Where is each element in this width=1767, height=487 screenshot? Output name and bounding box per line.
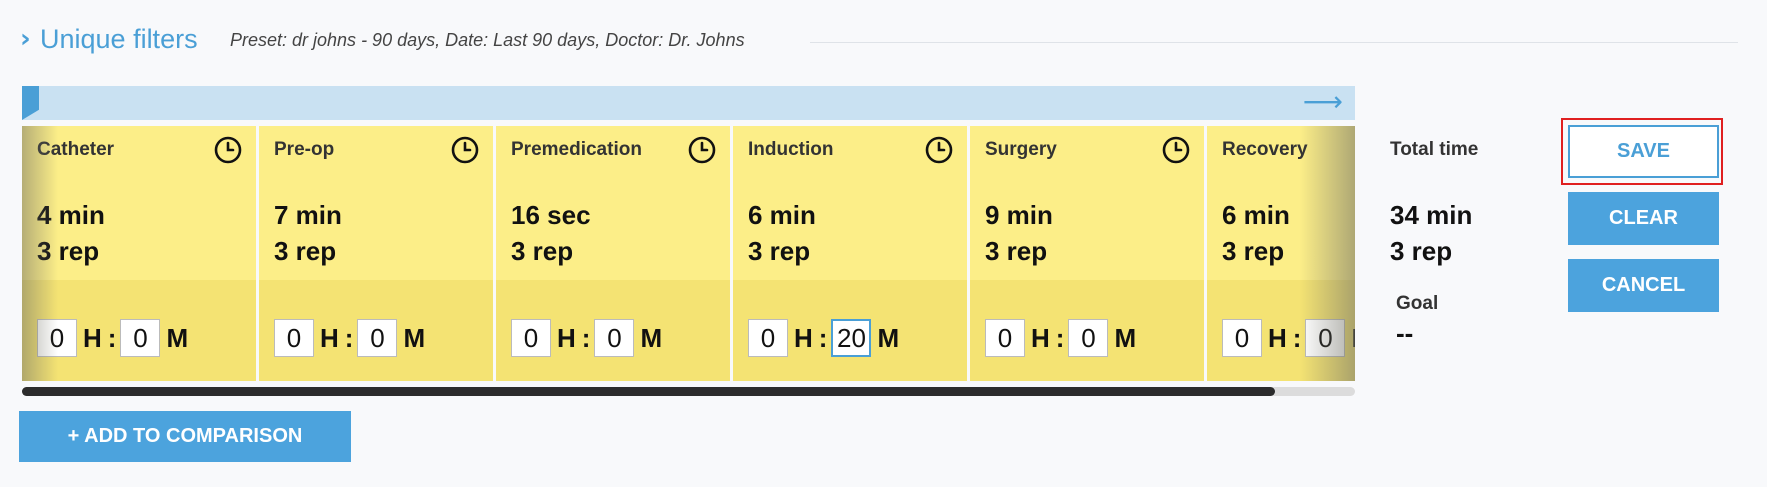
goal-label: Goal [1396, 293, 1439, 314]
hours-input[interactable] [274, 319, 314, 357]
stage-time-setter: H: M [748, 317, 905, 359]
stage-reps: 3 rep [985, 236, 1048, 266]
hours-input[interactable] [511, 319, 551, 357]
stage-strip: Catheter 4 min 3 rep H: M Pre-op 7 min 3 rep H: M… [22, 126, 1355, 381]
stage-reps: 3 rep [1222, 236, 1285, 266]
hours-unit: H [1031, 322, 1050, 353]
total-duration: 34 min [1390, 200, 1473, 230]
chevron-right-icon[interactable]: › [20, 24, 31, 54]
stage-time-setter: H: M [511, 317, 668, 359]
stage-card: Premedication 16 sec 3 rep H: M [496, 126, 730, 381]
timeline-bar[interactable]: ⟶ [22, 85, 1355, 120]
add-to-comparison-button[interactable]: + ADD TO COMPARISON [19, 411, 351, 462]
hours-input[interactable] [1222, 319, 1262, 357]
hours-input[interactable] [37, 319, 77, 357]
save-button[interactable]: SAVE [1568, 125, 1719, 178]
stage-reps: 3 rep [274, 236, 337, 266]
minutes-input[interactable] [1305, 319, 1346, 357]
hours-unit: H [1268, 322, 1287, 353]
stage-time-setter: H: M [274, 317, 431, 359]
hours-unit: H [83, 322, 102, 353]
hours-input[interactable] [748, 319, 788, 357]
clock-icon[interactable] [451, 136, 479, 164]
minutes-unit: M [640, 322, 663, 353]
stage-duration: 9 min [985, 200, 1053, 230]
time-separator: : [107, 322, 117, 353]
hours-unit: H [320, 322, 339, 353]
clock-icon[interactable] [688, 136, 716, 164]
clock-icon[interactable] [214, 136, 242, 164]
stage-card: Recovery 6 min 3 rep H: M [1207, 126, 1355, 381]
minutes-input[interactable] [357, 319, 398, 357]
stage-name: Catheter [37, 139, 115, 160]
stage-duration: 16 sec [511, 200, 591, 230]
stage-name: Recovery [1222, 139, 1308, 160]
stage-card: Surgery 9 min 3 rep H: M [970, 126, 1204, 381]
minutes-unit: M [1351, 323, 1355, 354]
cancel-button[interactable]: CANCEL [1568, 259, 1719, 312]
timeline-handle[interactable] [22, 86, 39, 120]
minutes-input[interactable] [120, 319, 161, 357]
clock-icon[interactable] [1162, 136, 1190, 164]
time-separator: : [581, 322, 591, 353]
time-separator: : [1292, 322, 1302, 353]
stage-time-setter: H: M [1222, 317, 1355, 359]
minutes-input[interactable] [594, 319, 635, 357]
stage-reps: 3 rep [37, 236, 100, 266]
scrollbar-thumb[interactable] [22, 387, 1275, 396]
stage-duration: 4 min [37, 200, 105, 230]
section-header: › Unique filters Preset: dr johns - 90 d… [20, 22, 1738, 62]
time-separator: : [344, 322, 354, 353]
time-separator: : [818, 322, 828, 353]
minutes-input[interactable] [1068, 319, 1109, 357]
hours-unit: H [794, 322, 813, 353]
stage-card: Induction 6 min 3 rep H: M [733, 126, 967, 381]
hours-input[interactable] [985, 319, 1025, 357]
stage-reps: 3 rep [748, 236, 811, 266]
stage-name: Premedication [511, 139, 642, 160]
minutes-unit: M [877, 322, 900, 353]
hours-unit: H [557, 322, 576, 353]
stage-card: Pre-op 7 min 3 rep H: M [259, 126, 493, 381]
stage-duration: 7 min [274, 200, 342, 230]
stage-card: Catheter 4 min 3 rep H: M [22, 126, 256, 381]
stage-time-setter: H: M [37, 317, 194, 359]
divider [810, 42, 1738, 43]
total-reps: 3 rep [1390, 236, 1453, 266]
stage-name: Pre-op [274, 139, 335, 160]
stage-name: Surgery [985, 139, 1057, 160]
stage-duration: 6 min [748, 200, 816, 230]
total-time-label: Total time [1390, 139, 1479, 160]
minutes-unit: M [403, 322, 426, 353]
clear-button[interactable]: CLEAR [1568, 192, 1719, 245]
stage-duration: 6 min [1222, 200, 1290, 230]
filter-summary: Preset: dr johns - 90 days, Date: Last 9… [230, 30, 745, 50]
stage-time-setter: H: M [985, 317, 1142, 359]
stage-name: Induction [748, 139, 834, 160]
minutes-input[interactable] [831, 319, 872, 357]
section-title[interactable]: Unique filters [40, 24, 198, 55]
stage-reps: 3 rep [511, 236, 574, 266]
minutes-unit: M [1114, 322, 1137, 353]
minutes-unit: M [166, 322, 189, 353]
time-separator: : [1055, 322, 1065, 353]
arrow-right-icon[interactable]: ⟶ [1303, 85, 1343, 118]
goal-value: -- [1396, 318, 1414, 348]
clock-icon[interactable] [925, 136, 953, 164]
